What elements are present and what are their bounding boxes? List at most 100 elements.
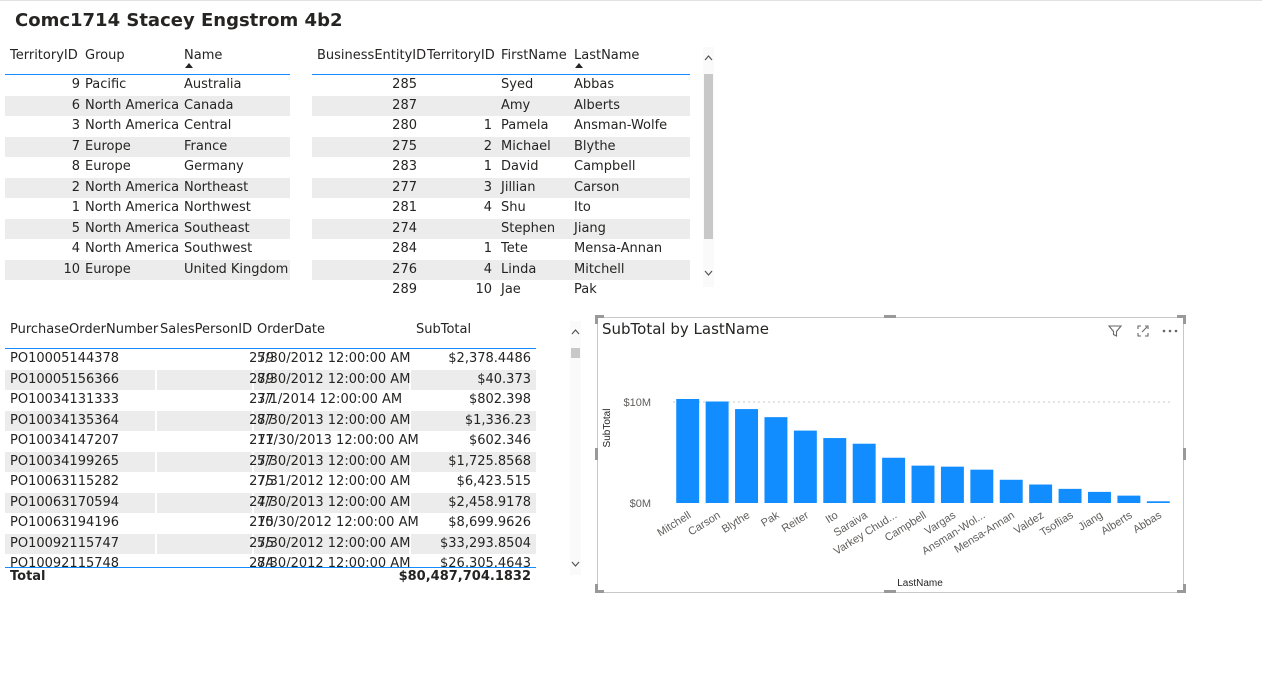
table-row[interactable]: 3 North America Central — [5, 116, 290, 137]
cell-businessentityid: 287 — [392, 97, 417, 113]
resize-handle[interactable] — [595, 315, 598, 324]
cell-businessentityid: 283 — [392, 159, 417, 174]
table-row[interactable]: 8 Europe Germany — [5, 157, 290, 178]
table-row[interactable]: PO10034147207 277 11/30/2013 12:00:00 AM $6… — [5, 431, 536, 452]
cell-name: Canada — [184, 97, 234, 113]
bar — [999, 479, 1023, 503]
column-header-name[interactable]: Name — [184, 48, 222, 63]
resize-handle[interactable] — [1183, 315, 1186, 324]
scrollbar-thumb[interactable] — [571, 348, 580, 358]
top-divider — [0, 0, 1262, 1]
salesperson-table: BusinessEntityID TerritoryID FirstName L… — [312, 46, 690, 301]
table-row[interactable]: 274 Stephen Jiang — [312, 218, 690, 239]
table-row[interactable]: PO10005144378 279 5/30/2012 12:00:00 AM $2,… — [5, 349, 536, 370]
x-tick-label: Reiter — [780, 509, 812, 535]
table-row[interactable]: 275 2 Michael Blythe — [312, 136, 690, 157]
table-row[interactable]: 6 North America Canada — [5, 95, 290, 116]
cell-lastname: Pak — [574, 282, 597, 297]
resize-handle[interactable] — [1183, 448, 1186, 460]
table-row[interactable]: PO10034131333 277 3/1/2014 12:00:00 AM $802… — [5, 390, 536, 411]
x-tick-label: Carson — [686, 509, 722, 538]
column-header-subtotal[interactable]: SubTotal — [416, 322, 471, 337]
column-header-salespersonid[interactable]: SalesPersonID — [160, 322, 252, 337]
table-row[interactable]: PO10063115282 275 7/31/2012 12:00:00 AM $6,… — [5, 472, 536, 493]
chevron-up-icon[interactable] — [571, 329, 580, 335]
cell-subtotal: $1,336.23 — [464, 412, 531, 428]
table-row[interactable]: 281 4 Shu Ito — [312, 198, 690, 219]
table-row[interactable]: 284 1 Tete Mensa-Annan — [312, 239, 690, 260]
resize-handle[interactable] — [884, 590, 896, 593]
table-row[interactable]: PO10034199265 277 5/30/2013 12:00:00 AM $1,… — [5, 451, 536, 472]
cell-group: North America — [85, 220, 180, 236]
table-row[interactable]: 1 North America Northwest — [5, 198, 290, 219]
x-tick-label: Pak — [759, 509, 782, 529]
cell-firstname: Shu — [501, 200, 526, 215]
column-header-orderdate[interactable]: OrderDate — [257, 322, 325, 337]
table-row[interactable]: 285 Syed Abbas — [312, 75, 690, 96]
column-header-territoryid[interactable]: TerritoryID — [10, 48, 78, 63]
salesperson-table-scrollbar[interactable] — [703, 47, 714, 287]
x-tick-label: Ito — [824, 509, 841, 526]
cell-territoryid: 6 — [71, 97, 80, 113]
cell-territoryid: 2 — [71, 179, 80, 195]
bar — [705, 401, 729, 503]
table-row[interactable]: PO10063194196 275 10/30/2012 12:00:00 AM $8… — [5, 513, 536, 534]
table-row[interactable]: PO10005156366 279 8/30/2012 12:00:00 AM $40… — [5, 369, 536, 390]
table-header: PurchaseOrderNumber SalesPersonID OrderD… — [5, 320, 536, 349]
cell-territoryid: 10 — [475, 282, 492, 297]
table-row[interactable]: 4 North America Southwest — [5, 239, 290, 260]
column-header-purchaseordernumber[interactable]: PurchaseOrderNumber — [10, 322, 158, 337]
cell-lastname: Carson — [574, 179, 620, 195]
cell-purchaseordernumber: PO10005144378 — [10, 351, 120, 366]
table-row[interactable]: 283 1 David Campbell — [312, 157, 690, 178]
cell-lastname: Abbas — [574, 77, 615, 92]
x-tick-label: Blythe — [720, 509, 752, 535]
chevron-down-icon[interactable] — [571, 561, 580, 567]
table-header: BusinessEntityID TerritoryID FirstName L… — [312, 46, 690, 75]
column-header-territoryid[interactable]: TerritoryID — [427, 48, 495, 63]
table-row[interactable]: 2 North America Northeast — [5, 177, 290, 198]
table-row[interactable]: 287 Amy Alberts — [312, 95, 690, 116]
table-row[interactable]: 289 10 Jae Pak — [312, 280, 690, 301]
cell-lastname: Ito — [574, 200, 591, 215]
table-row[interactable]: PO10034135364 277 8/30/2013 12:00:00 AM $1,… — [5, 410, 536, 431]
column-header-lastname[interactable]: LastName — [574, 48, 639, 63]
column-header-firstname[interactable]: FirstName — [501, 48, 567, 63]
cell-orderdate: 8/30/2012 12:00:00 AM — [257, 371, 411, 387]
x-tick-label: Abbas — [1131, 509, 1164, 536]
cell-businessentityid: 277 — [392, 179, 417, 195]
bar — [823, 438, 847, 503]
table-row[interactable]: 5 North America Southeast — [5, 218, 290, 239]
cell-group: North America — [85, 179, 180, 195]
cell-group: North America — [85, 200, 180, 215]
cell-name: United Kingdom — [184, 261, 289, 277]
scrollbar-thumb[interactable] — [704, 74, 713, 239]
chevron-up-icon[interactable] — [704, 55, 713, 61]
resize-handle[interactable] — [595, 448, 598, 460]
chevron-down-icon[interactable] — [704, 270, 713, 276]
table-row[interactable]: 276 4 Linda Mitchell — [312, 259, 690, 280]
subtotal-by-lastname-chart[interactable]: SubTotal by LastName $0M $10M SubTotal Last… — [597, 317, 1184, 593]
table-row[interactable]: PO10092115747 275 5/30/2012 12:00:00 AM $33… — [5, 533, 536, 554]
x-tick-label: Alberts — [1099, 509, 1135, 538]
bar — [970, 469, 994, 503]
table-row[interactable]: PO10063170594 277 4/30/2013 12:00:00 AM $2,… — [5, 492, 536, 513]
column-header-group[interactable]: Group — [85, 48, 125, 63]
cell-subtotal: $2,378.4486 — [448, 351, 531, 366]
cell-businessentityid: 281 — [392, 200, 417, 215]
cell-name: Northwest — [184, 200, 251, 215]
resize-handle[interactable] — [884, 315, 896, 318]
column-header-businessentityid[interactable]: BusinessEntityID — [317, 48, 426, 63]
table-row[interactable]: 9 Pacific Australia — [5, 75, 290, 96]
cell-businessentityid: 284 — [392, 241, 417, 256]
resize-handle[interactable] — [595, 584, 598, 593]
cell-purchaseordernumber: PO10063115282 — [10, 474, 120, 489]
table-row[interactable]: 277 3 Jillian Carson — [312, 177, 690, 198]
orders-table-scrollbar[interactable] — [570, 321, 581, 575]
table-row[interactable]: 10 Europe United Kingdom — [5, 259, 290, 280]
table-row[interactable]: 280 1 Pamela Ansman-Wolfe — [312, 116, 690, 137]
bar — [1117, 495, 1141, 503]
table-row[interactable]: 7 Europe France — [5, 136, 290, 157]
table-row[interactable]: PO10092115748 274 8/30/2012 12:00:00 AM $26… — [5, 554, 536, 567]
resize-handle[interactable] — [1183, 584, 1186, 593]
